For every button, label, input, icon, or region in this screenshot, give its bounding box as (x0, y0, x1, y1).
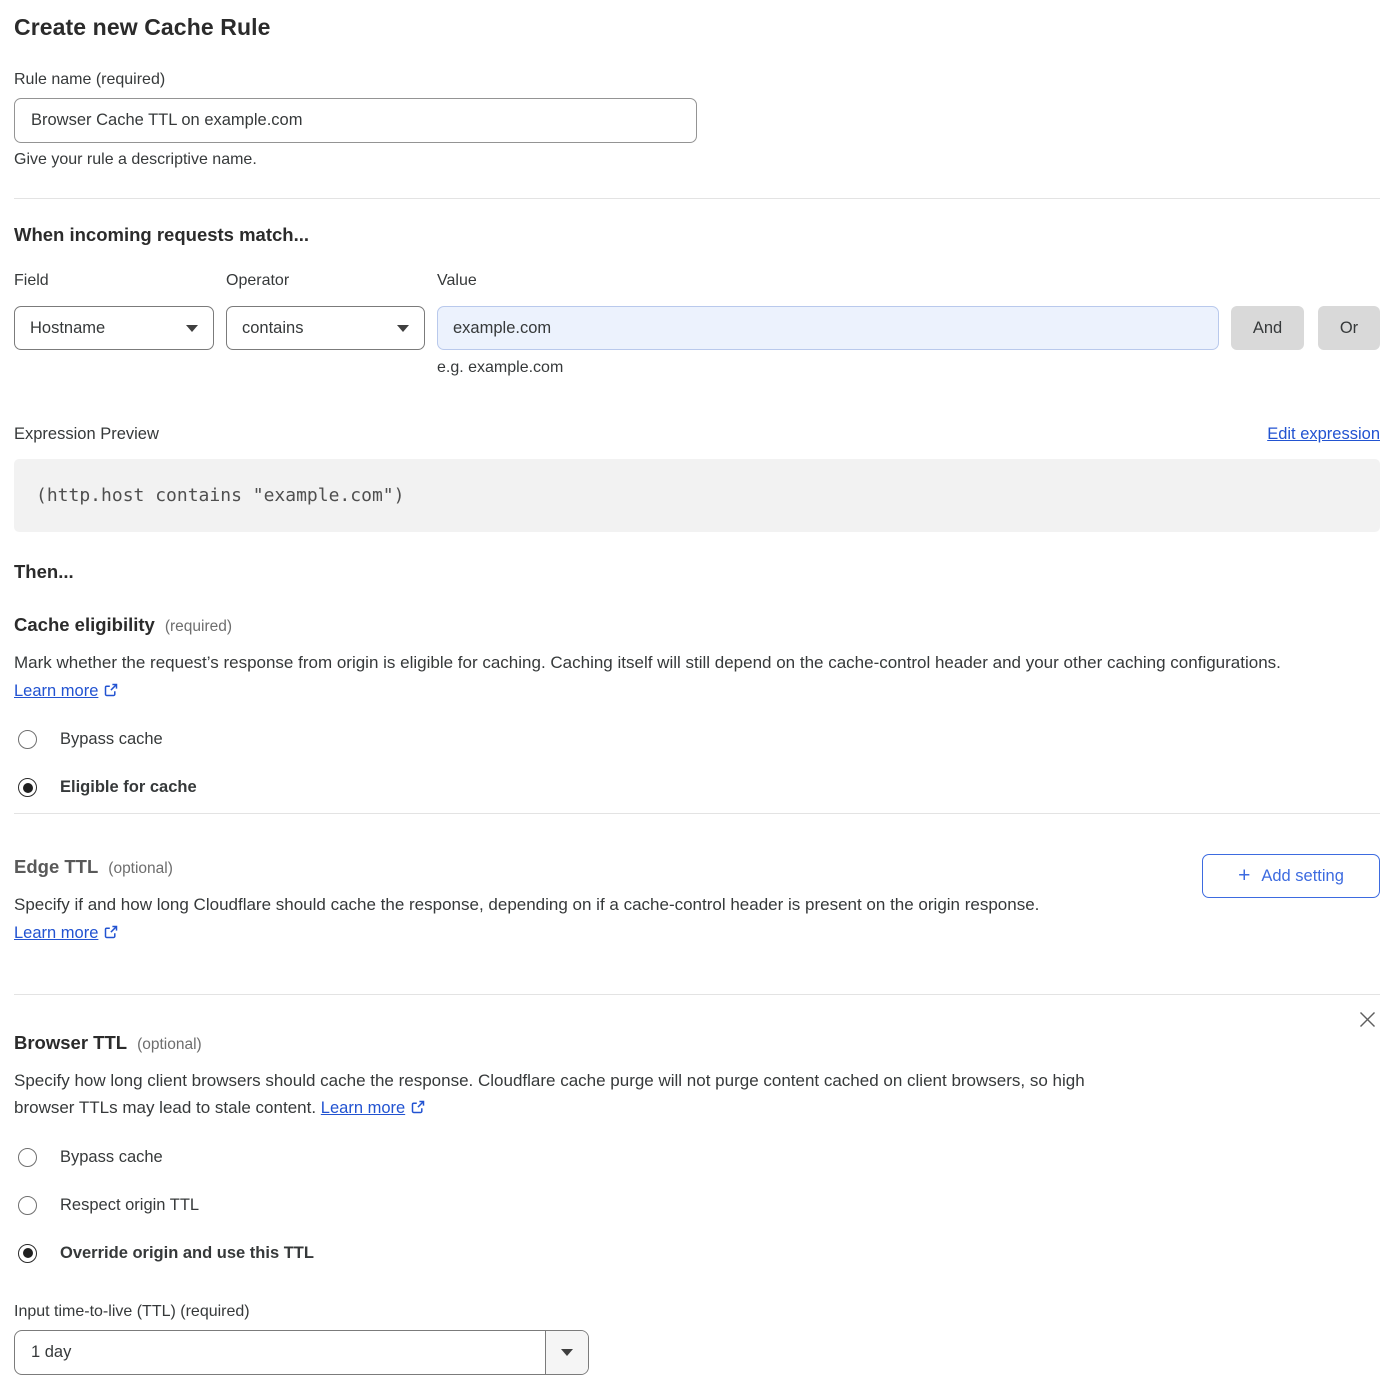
radio-option-respect-origin-ttl[interactable]: Respect origin TTL (18, 1196, 1380, 1215)
cache-eligibility-description-text: Mark whether the request’s response from… (14, 653, 1281, 672)
match-controls-row: Hostname contains And Or (14, 306, 1380, 350)
cache-eligibility-radio-group: Bypass cache Eligible for cache (14, 730, 1380, 797)
rule-name-input[interactable] (14, 98, 697, 143)
rule-name-help: Give your rule a descriptive name. (14, 151, 1380, 169)
ttl-select-value: 1 day (15, 1331, 545, 1374)
browser-ttl-title: Browser TTL (14, 1032, 127, 1054)
and-button[interactable]: And (1231, 306, 1304, 350)
value-hint: e.g. example.com (437, 359, 1380, 377)
cache-eligibility-description: Mark whether the request’s response from… (14, 649, 1359, 704)
radio-option-eligible-for-cache[interactable]: Eligible for cache (18, 778, 1380, 797)
then-heading: Then... (14, 561, 1380, 583)
chevron-down-icon (561, 1349, 573, 1356)
radio-label: Override origin and use this TTL (60, 1244, 314, 1263)
expression-header: Expression Preview Edit expression (14, 425, 1380, 444)
external-link-icon (104, 925, 118, 939)
match-labels-row: Field Operator Value (14, 272, 1380, 290)
or-button[interactable]: Or (1318, 306, 1380, 350)
radio-label: Eligible for cache (60, 778, 197, 797)
edge-ttl-description-text: Specify if and how long Cloudflare shoul… (14, 895, 1039, 914)
browser-ttl-title-row: Browser TTL (optional) (14, 1032, 1380, 1054)
edge-ttl-title-row: Edge TTL (optional) (14, 856, 1109, 878)
radio-button-selected[interactable] (18, 778, 37, 797)
field-label: Field (14, 272, 214, 290)
value-input[interactable] (437, 306, 1219, 350)
rule-name-label: Rule name (required) (14, 71, 1380, 89)
browser-ttl-qualifier: (optional) (137, 1036, 202, 1054)
expression-preview-label: Expression Preview (14, 425, 159, 444)
radio-label: Bypass cache (60, 730, 163, 749)
edge-ttl-text-block: Edge TTL (optional) Specify if and how l… (14, 856, 1109, 963)
radio-button[interactable] (18, 1148, 37, 1167)
edge-ttl-qualifier: (optional) (108, 860, 173, 878)
operator-select[interactable]: contains (226, 306, 425, 350)
radio-option-bypass-cache[interactable]: Bypass cache (18, 1148, 1380, 1167)
ttl-input-label: Input time-to-live (TTL) (required) (14, 1303, 1380, 1321)
operator-label: Operator (226, 272, 425, 290)
cache-eligibility-learn-more-link[interactable]: Learn more (14, 682, 98, 700)
close-icon[interactable] (1356, 1009, 1378, 1031)
radio-button[interactable] (18, 730, 37, 749)
browser-ttl-description: Specify how long client browsers should … (14, 1067, 1109, 1122)
edge-ttl-learn-more-link[interactable]: Learn more (14, 924, 98, 942)
radio-option-bypass-cache[interactable]: Bypass cache (18, 730, 1380, 749)
field-select-value: Hostname (30, 319, 105, 338)
ttl-select[interactable]: 1 day (14, 1330, 589, 1375)
edge-ttl-title: Edge TTL (14, 856, 98, 878)
cache-eligibility-qualifier: (required) (165, 618, 232, 636)
add-setting-button[interactable]: + Add setting (1202, 854, 1380, 898)
edge-ttl-description: Specify if and how long Cloudflare shoul… (14, 891, 1109, 946)
chevron-down-icon (397, 325, 409, 332)
browser-ttl-learn-more-link[interactable]: Learn more (321, 1099, 405, 1117)
add-setting-button-label: Add setting (1261, 867, 1344, 886)
browser-ttl-radio-group: Bypass cache Respect origin TTL Override… (14, 1148, 1380, 1263)
edge-ttl-section: Edge TTL (optional) Specify if and how l… (14, 814, 1380, 963)
radio-button-selected[interactable] (18, 1244, 37, 1263)
browser-ttl-description-text: Specify how long client browsers should … (14, 1071, 1085, 1118)
page-title: Create new Cache Rule (14, 14, 1380, 41)
cache-eligibility-title: Cache eligibility (14, 614, 155, 636)
cache-eligibility-section: Cache eligibility (required) Mark whethe… (14, 583, 1380, 797)
field-select[interactable]: Hostname (14, 306, 214, 350)
cache-eligibility-title-row: Cache eligibility (required) (14, 614, 1380, 636)
ttl-select-caret-segment[interactable] (545, 1331, 588, 1374)
value-label: Value (437, 272, 1380, 290)
chevron-down-icon (186, 325, 198, 332)
edit-expression-link[interactable]: Edit expression (1267, 425, 1380, 444)
browser-ttl-section: Browser TTL (optional) Specify how long … (14, 995, 1380, 1375)
radio-button[interactable] (18, 1196, 37, 1215)
radio-option-override-origin-ttl[interactable]: Override origin and use this TTL (18, 1244, 1380, 1263)
external-link-icon (411, 1100, 425, 1114)
expression-preview-code: (http.host contains "example.com") (14, 459, 1380, 532)
plus-icon: + (1238, 865, 1250, 886)
create-cache-rule-form: Create new Cache Rule Rule name (require… (0, 0, 1400, 1393)
external-link-icon (104, 683, 118, 697)
radio-label: Bypass cache (60, 1148, 163, 1167)
radio-label: Respect origin TTL (60, 1196, 199, 1215)
operator-select-value: contains (242, 319, 303, 338)
match-heading: When incoming requests match... (14, 224, 1380, 246)
